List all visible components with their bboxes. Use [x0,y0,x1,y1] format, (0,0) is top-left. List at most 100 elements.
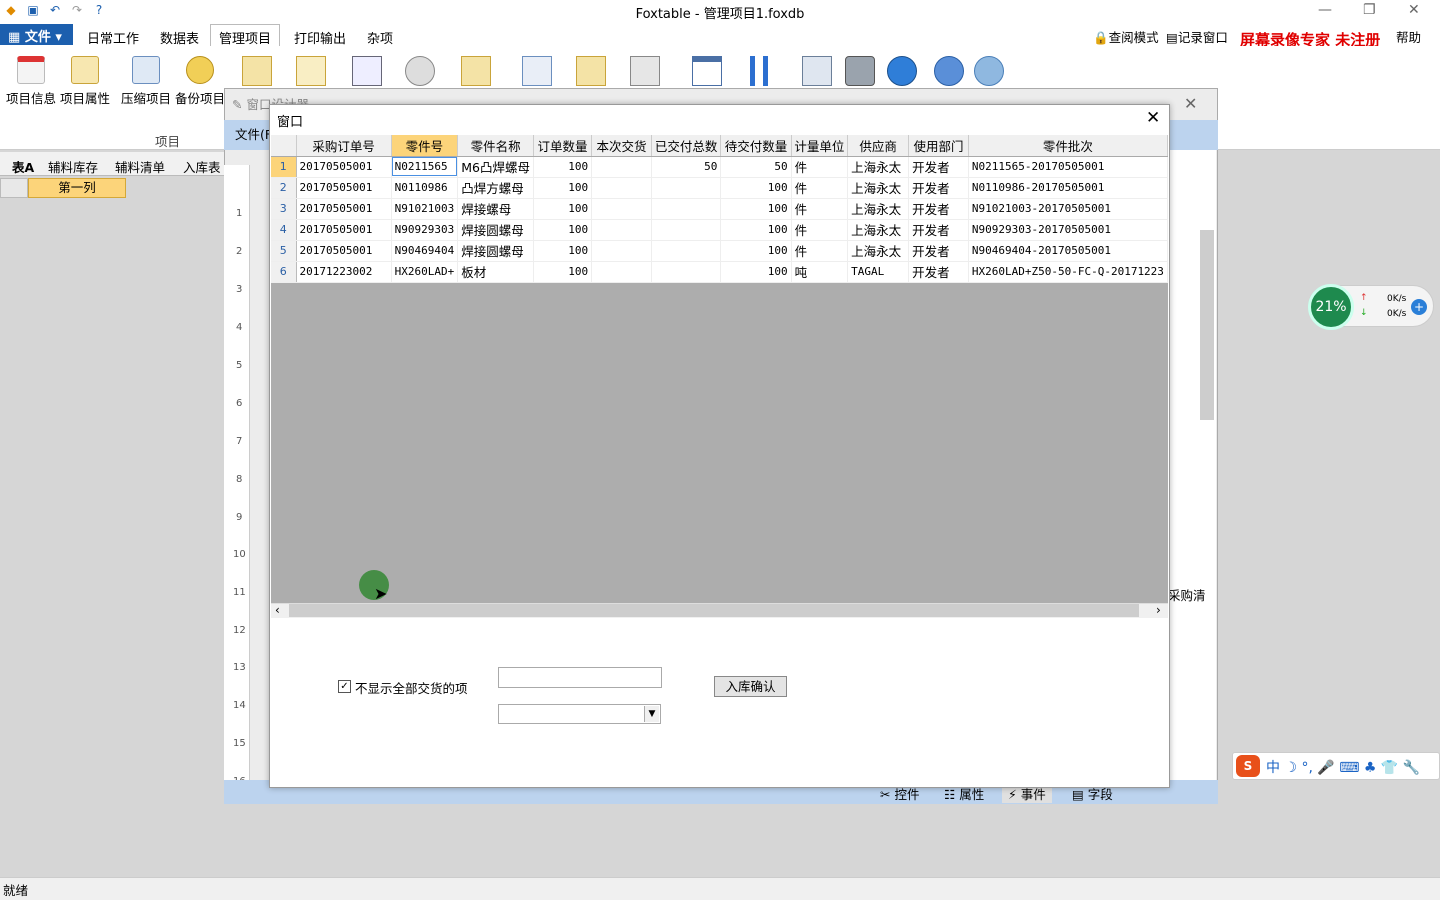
cell-unit[interactable]: 吨 [791,261,849,283]
col-header[interactable]: 零件批次 [968,135,1169,157]
pause-icon[interactable] [750,56,768,86]
col-header[interactable]: 供应商 [847,135,910,157]
cell-dept[interactable]: 开发者 [908,219,969,241]
cell-order[interactable]: 20170505001 [296,156,392,178]
grid-hscroll-thumb[interactable] [289,604,1139,617]
cell-pending[interactable]: 100 [720,198,792,220]
cell-delivered[interactable]: 50 [651,156,722,178]
table-row[interactable]: 4 20170505001 N90929303 焊接圆螺母 100 100 件上海永太 开发者… [271,219,1169,241]
table-row[interactable]: 5 20170505001 N90469404 焊接圆螺母 100 100 件上海永太 开发者… [271,240,1169,262]
row-number[interactable]: 2 [271,177,297,199]
cell-supplier[interactable]: 上海永太 [847,198,910,220]
sheet-tab-inbound[interactable]: 入库表 [183,157,221,176]
file-menu-button[interactable]: ▦ 文件 ▾ [0,24,73,45]
document-settings-icon[interactable] [296,56,326,86]
document-stack-icon[interactable] [242,56,272,86]
cell-order[interactable]: 20170505001 [296,198,392,220]
calendar-icon[interactable] [692,56,722,86]
cell-name[interactable]: 板材 [457,261,534,283]
cell-part[interactable]: N90929303 [391,219,459,241]
tab-misc[interactable]: 杂项 [367,28,393,47]
cell-pending[interactable]: 50 [720,156,792,178]
col-header[interactable]: 计量单位 [791,135,849,157]
tab-print-output[interactable]: 打印输出 [294,28,346,47]
col-header[interactable]: 已交付总数 [651,135,722,157]
cell-unit[interactable]: 件 [791,198,849,220]
cell-pending[interactable]: 100 [720,219,792,241]
cell-qty[interactable]: 100 [533,177,593,199]
designer-file-menu[interactable]: 文件(F [235,124,272,143]
cell-supplier[interactable]: 上海永太 [847,177,910,199]
cell-this[interactable] [591,156,652,178]
table-row[interactable]: 2 20170505001 N0110986 凸焊方螺母 100 100 件上海永太 开发者 N… [271,177,1169,199]
row-number[interactable]: 4 [271,219,297,241]
book-search-icon[interactable] [630,56,660,86]
cell-pending[interactable]: 100 [720,261,792,283]
project-info-button[interactable]: 项目信息 [4,56,58,107]
col-header[interactable]: 零件号 [391,135,459,157]
cell-order[interactable]: 20170505001 [296,177,392,199]
cell-batch[interactable]: N0110986-20170505001 [968,177,1169,199]
cell-name[interactable]: 凸焊方螺母 [457,177,534,199]
table-add-icon[interactable] [576,56,606,86]
cell-part[interactable]: N91021003 [391,198,459,220]
relation-icon[interactable] [522,56,552,86]
col-header[interactable]: 订单数量 [533,135,593,157]
cell-order[interactable]: 20171223002 [296,261,392,283]
row-number[interactable]: 6 [271,261,297,283]
table-row[interactable]: 6 20171223002 HX260LAD+ 板材 100 100 吨 TAGAL 开发者 HX… [271,261,1169,283]
cell-qty[interactable]: 100 [533,240,593,262]
cell-delivered[interactable] [651,219,722,241]
cell-dept[interactable]: 开发者 [908,177,969,199]
plus-icon[interactable]: + [1411,299,1427,315]
col-header[interactable]: 待交付数量 [720,135,792,157]
cell-unit[interactable]: 件 [791,219,849,241]
project-properties-button[interactable]: 项目属性 [58,56,112,107]
confirm-inbound-button[interactable]: 入库确认 [714,676,787,697]
close-button[interactable]: ✕ [1408,2,1420,18]
row-number[interactable]: 3 [271,198,297,220]
cell-delivered[interactable] [651,198,722,220]
record-window-button[interactable]: ▤记录窗口 [1166,27,1228,46]
cell-part[interactable]: N0211565 [391,156,459,178]
cell-this[interactable] [591,177,652,199]
sheet-tab-aux-stock[interactable]: 辅料库存 [48,157,98,176]
chevron-down-icon[interactable]: ▼ [644,706,659,722]
designer-close-icon[interactable]: ✕ [1184,94,1197,113]
cell-supplier[interactable]: 上海永太 [847,219,910,241]
cell-batch[interactable]: HX260LAD+Z50-50-FC-Q-20171223 [968,261,1169,283]
tab-data-table[interactable]: 数据表 [160,28,199,47]
form-close-icon[interactable]: ✕ [1146,108,1160,128]
cell-supplier[interactable]: 上海永太 [847,240,910,262]
users-icon[interactable] [934,56,964,86]
cell-order[interactable]: 20170505001 [296,240,392,262]
cell-part[interactable]: N90469404 [391,240,459,262]
sogou-logo-icon[interactable]: S [1236,755,1260,777]
cell-qty[interactable]: 100 [533,261,593,283]
cell-part[interactable]: N0110986 [391,177,459,199]
col-header[interactable]: 采购订单号 [296,135,392,157]
cell-part[interactable]: HX260LAD+ [391,261,459,283]
form-icon[interactable] [352,56,382,86]
cell-pending[interactable]: 100 [720,177,792,199]
cell-unit[interactable]: 件 [791,177,849,199]
table-row[interactable]: 1 20170505001 N0211565 M6凸焊螺母 100 50 50 件上海永太 开发… [271,156,1169,178]
cell-batch[interactable]: N90469404-20170505001 [968,240,1169,262]
designer-vscroll-thumb[interactable] [1200,230,1214,420]
cell-name[interactable]: 焊接圆螺母 [457,240,534,262]
tab-manage-project[interactable]: 管理项目 [210,24,281,47]
text-input[interactable] [498,667,662,688]
sheet-tab-aux-list[interactable]: 辅料清单 [115,157,165,176]
cell-dept[interactable]: 开发者 [908,198,969,220]
window-design-icon[interactable] [802,56,832,86]
tab-daily-work[interactable]: 日常工作 [87,28,139,47]
cell-delivered[interactable] [651,261,722,283]
cell-name[interactable]: M6凸焊螺母 [457,156,534,178]
col-header[interactable]: 使用部门 [908,135,969,157]
grid-corner-cell[interactable] [271,135,297,157]
cell-supplier[interactable]: 上海永太 [847,156,910,178]
hide-delivered-label[interactable]: 不显示全部交货的项 [355,678,468,697]
combo-select[interactable]: ▼ [498,704,661,724]
cell-batch[interactable]: N90929303-20170505001 [968,219,1169,241]
cell-unit[interactable]: 件 [791,240,849,262]
